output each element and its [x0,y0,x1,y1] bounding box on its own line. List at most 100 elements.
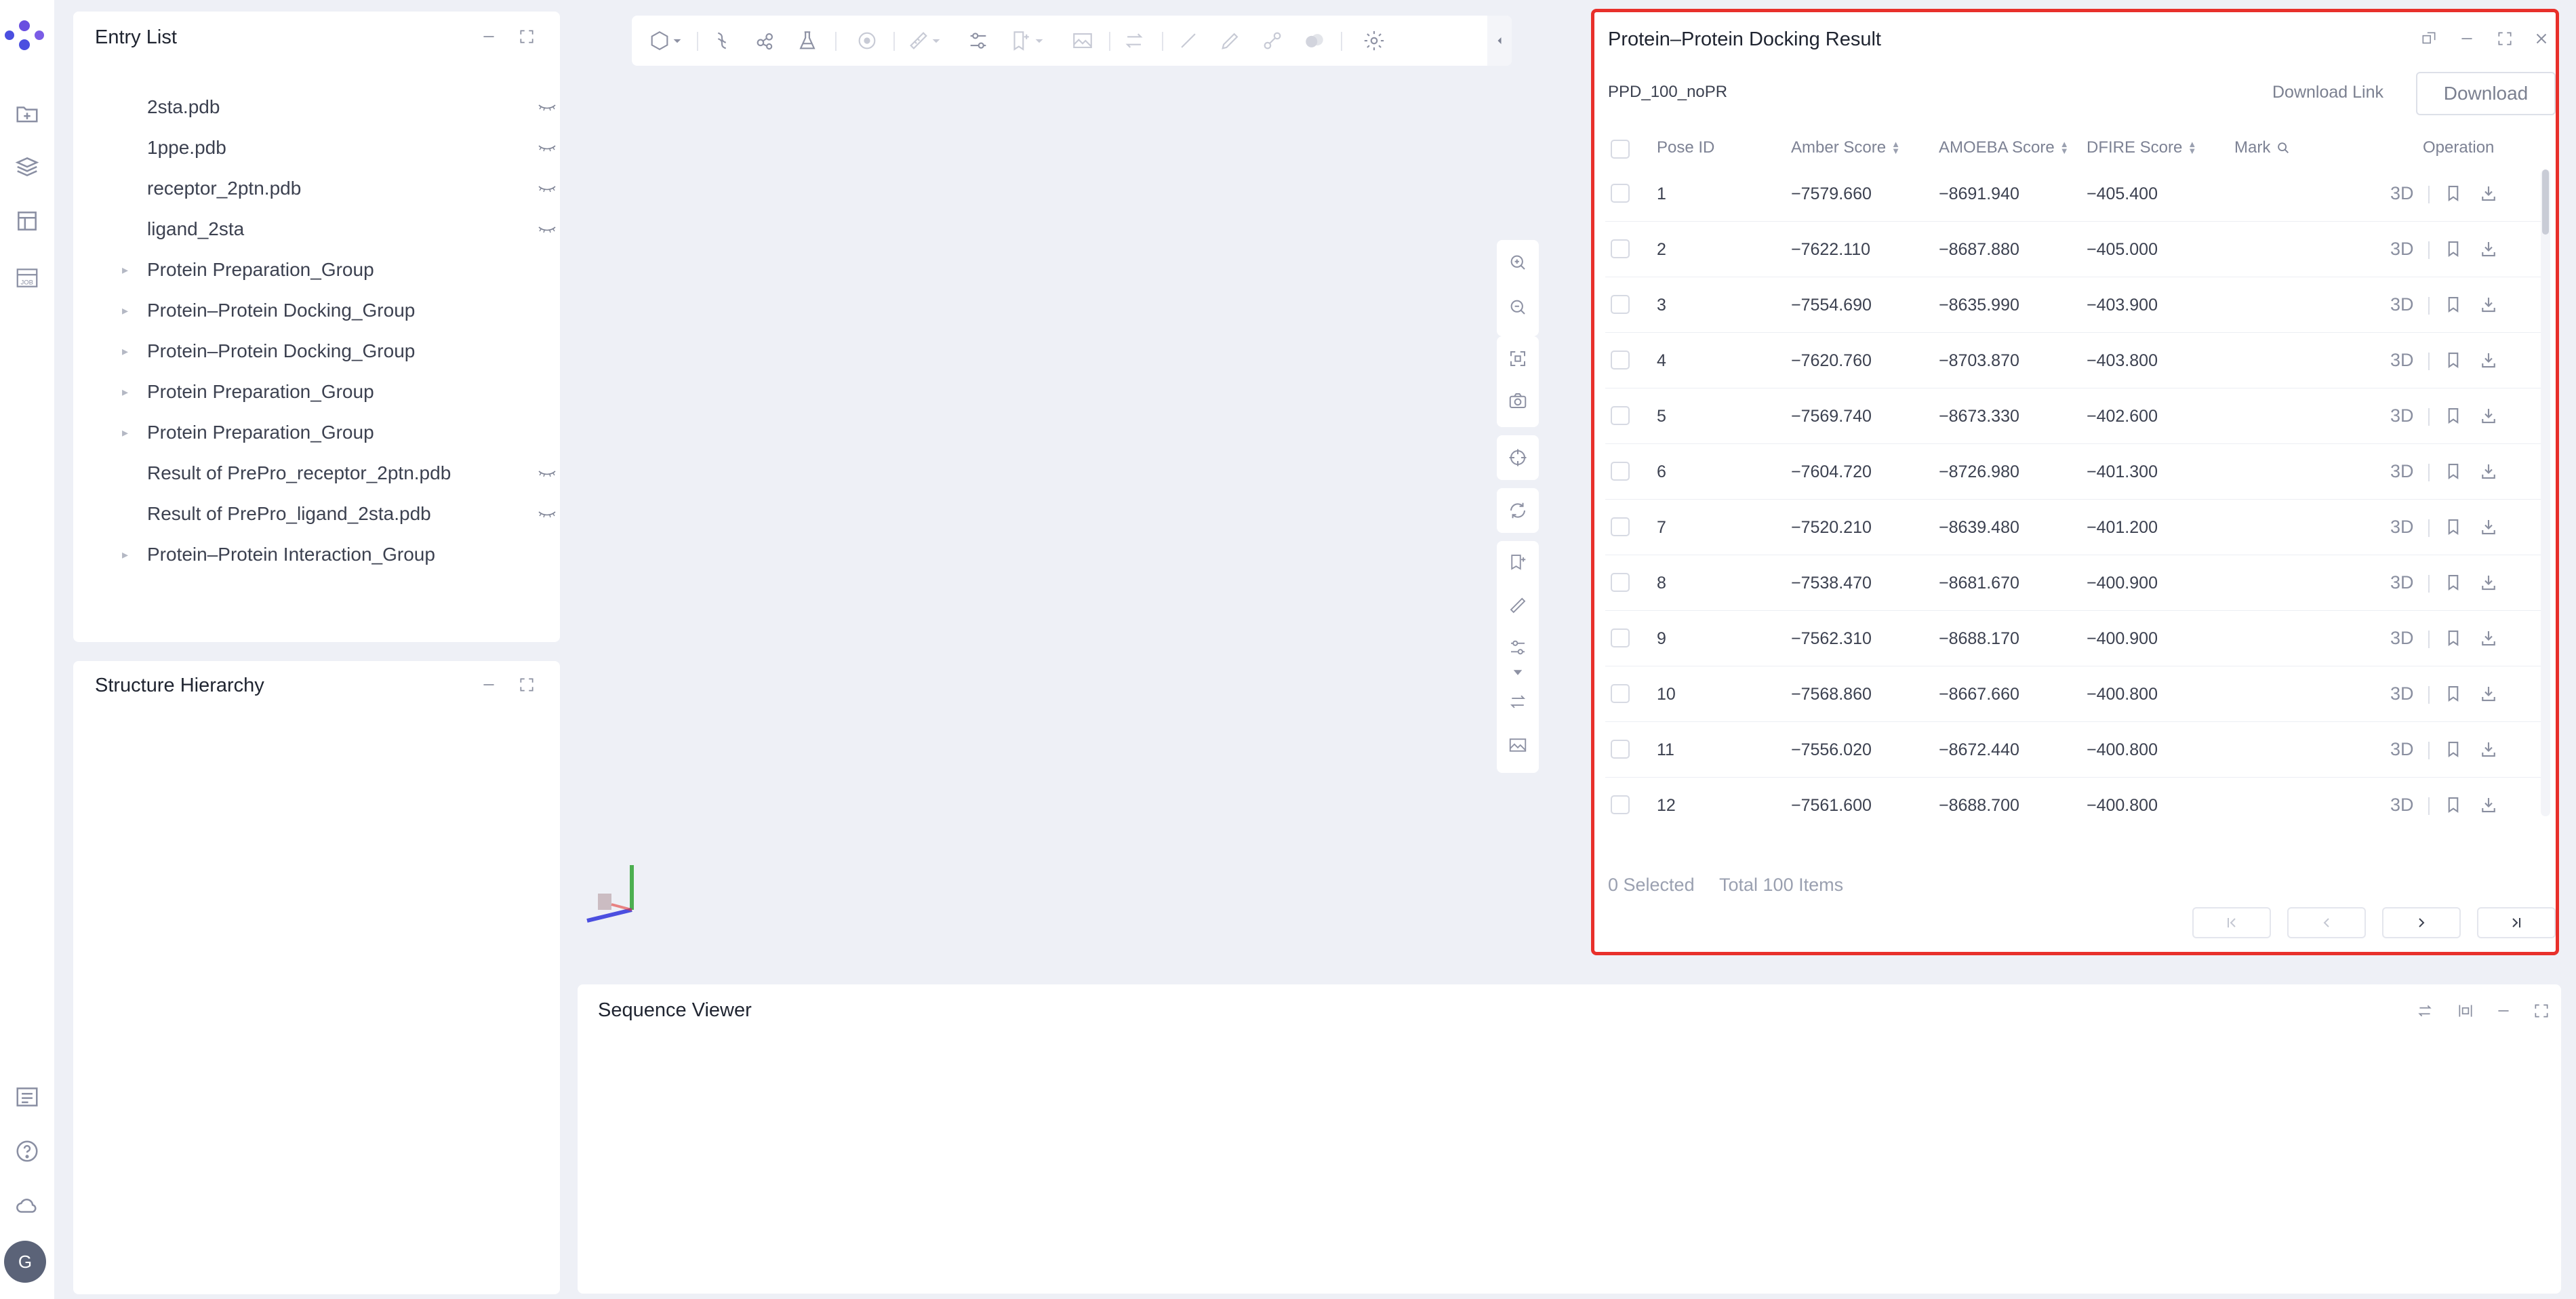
list-icon[interactable] [9,1079,45,1115]
exchange-icon[interactable] [1120,26,1148,55]
view-3d-button[interactable]: 3D [2390,461,2414,482]
user-avatar[interactable]: G [4,1241,46,1283]
row-checkbox[interactable] [1611,795,1630,814]
table-row[interactable]: 11 −7556.020 −8672.440 −400.800 3D [1605,721,2541,778]
chevron-down-icon[interactable] [1505,664,1531,681]
download-icon[interactable] [2478,683,2499,704]
maximize-icon[interactable] [2493,27,2516,50]
table-row[interactable]: 8 −7538.470 −8681.670 −400.900 3D [1605,555,2541,611]
chevron-down-icon[interactable] [668,26,686,55]
gear-icon[interactable] [1360,26,1388,55]
download-link-button[interactable]: Download Link [2272,83,2383,102]
zoom-in-icon[interactable] [1505,249,1531,275]
entry-item[interactable]: Result of PrePro_ligand_2sta.pdb [110,498,599,529]
row-checkbox[interactable] [1611,184,1630,203]
table-scrollbar[interactable] [2541,169,2550,816]
table-row[interactable]: 10 −7568.860 −8667.660 −400.800 3D [1605,666,2541,722]
bookmark-icon[interactable] [2443,183,2463,203]
cloud-icon[interactable] [9,1188,45,1223]
download-icon[interactable] [2478,739,2499,759]
download-button[interactable]: Download [2416,72,2556,115]
camera-icon[interactable] [1505,388,1531,414]
sort-icon[interactable]: ▲ ▼ [2060,140,2069,155]
row-checkbox[interactable] [1611,462,1630,481]
align-icon[interactable] [2454,999,2477,1022]
add-folder-icon[interactable] [9,96,45,132]
view-3d-button[interactable]: 3D [2390,239,2414,260]
pencil-icon[interactable] [1216,26,1245,55]
entry-item[interactable]: receptor_2ptn.pdb [110,173,599,204]
row-checkbox[interactable] [1611,684,1630,703]
entry-group-item[interactable]: ▸ Protein–Protein Interaction_Group [110,539,599,570]
bookmark-icon[interactable] [2443,739,2463,759]
col-amber-score[interactable]: Amber Score ▲ ▼ [1791,138,1900,157]
col-amoeba-score[interactable]: AMOEBA Score ▲ ▼ [1939,138,2069,157]
helix-icon[interactable] [708,26,736,55]
view-3d-button[interactable]: 3D [2390,795,2414,816]
bookmark-icon[interactable] [2443,628,2463,648]
table-row[interactable]: 4 −7620.760 −8703.870 −403.800 3D [1605,332,2541,388]
sort-icon[interactable]: ▲ ▼ [2188,140,2196,155]
eye-closed-icon[interactable] [537,222,557,236]
help-icon[interactable] [9,1134,45,1169]
table-row[interactable]: 1 −7579.660 −8691.940 −405.400 3D [1605,165,2541,222]
close-icon[interactable] [2530,27,2553,50]
view-3d-button[interactable]: 3D [2390,517,2414,538]
bookmark-icon[interactable] [2443,517,2463,537]
bookmark-add-icon[interactable] [1505,549,1531,575]
row-checkbox[interactable] [1611,740,1630,759]
target-select-icon[interactable] [853,26,881,55]
view-3d-button[interactable]: 3D [2390,405,2414,426]
layers-icon[interactable] [9,149,45,184]
view-3d-button[interactable]: 3D [2390,183,2414,204]
scrollbar-thumb[interactable] [2542,169,2549,235]
entry-item[interactable]: 2sta.pdb [110,92,599,123]
bookmark-icon[interactable] [2443,683,2463,704]
line-icon[interactable] [1174,26,1203,55]
fit-view-icon[interactable] [1505,346,1531,372]
download-icon[interactable] [2478,294,2499,315]
measure-icon[interactable] [1505,593,1531,618]
download-icon[interactable] [2478,405,2499,426]
row-checkbox[interactable] [1611,406,1630,425]
overlap-icon[interactable] [1300,26,1329,55]
sliders-icon[interactable] [1505,635,1531,660]
next-page-button[interactable] [2382,907,2461,938]
eye-closed-icon[interactable] [537,507,557,521]
zoom-out-icon[interactable] [1505,294,1531,320]
download-icon[interactable] [2478,461,2499,481]
table-row[interactable]: 12 −7561.600 −8688.700 −400.800 3D [1605,777,2541,816]
download-icon[interactable] [2478,350,2499,370]
expand-caret-icon[interactable]: ▸ [122,385,128,399]
first-page-button[interactable] [2192,907,2271,938]
exchange-icon[interactable] [1505,689,1531,715]
row-checkbox[interactable] [1611,628,1630,647]
row-checkbox[interactable] [1611,517,1630,536]
sort-icon[interactable]: ▲ ▼ [1891,140,1900,155]
popout-icon[interactable] [2417,27,2440,50]
view-3d-button[interactable]: 3D [2390,683,2414,704]
eye-closed-icon[interactable] [537,182,557,195]
results-table-body[interactable]: 1 −7579.660 −8691.940 −405.400 3D 2 −7622.110 −… [1605,165,2541,816]
bookmark-icon[interactable] [2443,239,2463,259]
expand-caret-icon[interactable]: ▸ [122,548,128,562]
row-checkbox[interactable] [1611,239,1630,258]
table-row[interactable]: 2 −7622.110 −8687.880 −405.000 3D [1605,221,2541,277]
table-row[interactable]: 9 −7562.310 −8688.170 −400.900 3D [1605,610,2541,666]
table-icon[interactable] [9,203,45,239]
row-checkbox[interactable] [1611,295,1630,314]
last-page-button[interactable] [2477,907,2556,938]
bookmark-icon[interactable] [2443,405,2463,426]
expand-caret-icon[interactable]: ▸ [122,344,128,359]
image-icon[interactable] [1068,26,1097,55]
refresh-icon[interactable] [1505,498,1531,523]
download-icon[interactable] [2478,183,2499,203]
eye-closed-icon[interactable] [537,141,557,155]
view-3d-button[interactable]: 3D [2390,350,2414,371]
table-row[interactable]: 5 −7569.740 −8673.330 −402.600 3D [1605,388,2541,444]
image-icon[interactable] [1505,732,1531,758]
entry-item[interactable]: 1ppe.pdb [110,132,599,163]
download-icon[interactable] [2478,572,2499,593]
entry-group-item[interactable]: ▸ Protein–Protein Docking_Group [110,336,599,367]
table-row[interactable]: 6 −7604.720 −8726.980 −401.300 3D [1605,443,2541,500]
